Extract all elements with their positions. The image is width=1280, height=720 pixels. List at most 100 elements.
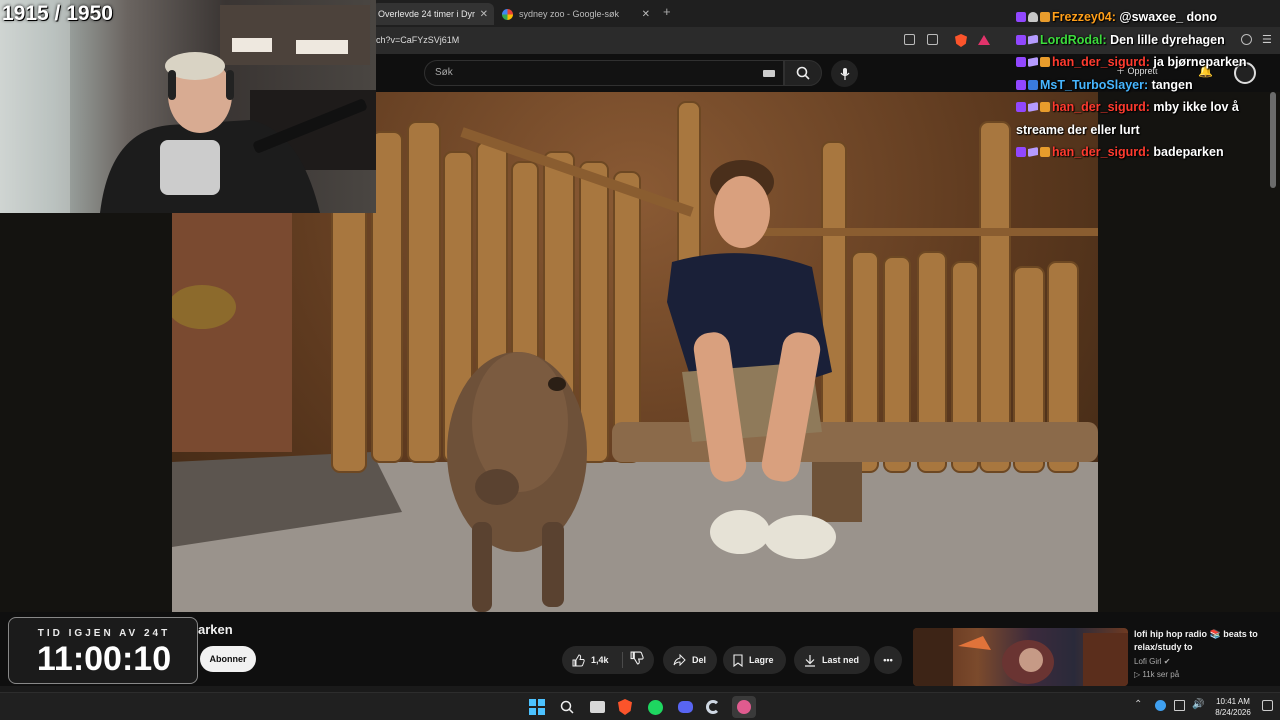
spotify-glyph xyxy=(647,699,663,715)
gift-badge-icon xyxy=(1040,102,1050,112)
stack-badge-icon xyxy=(1028,102,1038,112)
more-actions-button[interactable]: ••• xyxy=(874,646,902,674)
browser-tab-active[interactable]: Overlevde 24 timer i Dyr ✕ xyxy=(372,3,494,25)
microphone-icon xyxy=(840,67,849,80)
ccleaner-icon[interactable] xyxy=(704,698,722,716)
channel-name: Lofi Girl xyxy=(1134,657,1162,666)
share-label: Del xyxy=(692,655,707,665)
timer-label: TID IGJEN AV 24T xyxy=(37,628,171,639)
show-hidden-icons-chevron-icon[interactable]: ⌃ xyxy=(1134,699,1142,710)
purple-badge-icon xyxy=(1016,34,1026,45)
discord-glyph xyxy=(677,701,693,713)
recommended-video-title[interactable]: lofi hip hop radio 📚 beats to relax/stud… xyxy=(1134,628,1274,654)
gift-badge-icon xyxy=(1040,12,1050,22)
search-placeholder: Søk xyxy=(435,67,453,78)
clock-time: 10:41 AM xyxy=(1216,697,1250,706)
save-button[interactable]: Lagre xyxy=(723,646,786,674)
chat-scrollbar[interactable] xyxy=(1270,92,1276,188)
windows-start-icon[interactable] xyxy=(528,698,546,716)
chat-username[interactable]: han_der_sigurd xyxy=(1052,100,1146,114)
chat-username[interactable]: Frezzey04 xyxy=(1052,10,1112,24)
download-icon xyxy=(805,654,815,667)
notifications-icon[interactable] xyxy=(1262,700,1273,711)
thumbs-down-icon[interactable] xyxy=(630,651,644,665)
ccleaner-glyph xyxy=(706,700,720,714)
streamer-webcam: 1915 / 1950 xyxy=(0,0,376,213)
chat-text: ja bjørneparken xyxy=(1153,55,1247,69)
brave-glyph xyxy=(618,699,632,715)
brave-shield-icon[interactable] xyxy=(955,34,967,47)
clock-date: 8/24/2026 xyxy=(1215,708,1251,717)
gift-badge-icon xyxy=(1040,147,1050,157)
chat-text: @swaxee_ dono xyxy=(1119,10,1218,24)
keyboard-icon[interactable] xyxy=(763,70,775,77)
network-icon[interactable] xyxy=(1174,700,1185,711)
chat-overlay: Frezzey04: @swaxee_ dono LordRodal: Den l… xyxy=(1016,6,1274,164)
search-icon[interactable] xyxy=(558,698,576,716)
url-text[interactable]: ch?v=CaFYzSVj61M xyxy=(376,35,459,45)
chat-username[interactable]: han_der_sigurd xyxy=(1052,55,1146,69)
chat-separator: : xyxy=(1143,77,1152,92)
chat-separator: : xyxy=(1102,32,1111,47)
new-tab-icon[interactable]: + xyxy=(663,4,671,19)
volume-icon[interactable]: 🔊 xyxy=(1192,699,1204,710)
chat-message: LordRodal: Den lille dyrehagen xyxy=(1016,29,1274,52)
recommended-video-channel[interactable]: Lofi Girl ✔ xyxy=(1134,657,1171,666)
download-label: Last ned xyxy=(822,655,860,665)
file-explorer-icon[interactable] xyxy=(588,698,606,716)
tab-title: Overlevde 24 timer i Dyr xyxy=(378,9,476,19)
countdown-timer: TID IGJEN AV 24T 11:00:10 xyxy=(8,617,198,684)
google-favicon-icon xyxy=(502,8,513,20)
stack-badge-icon xyxy=(1028,147,1038,157)
lofi-girl-thumbnail-illustration xyxy=(913,628,1128,686)
voice-search-button[interactable] xyxy=(831,60,858,87)
share-button[interactable]: Del xyxy=(663,646,717,674)
chat-username[interactable]: LordRodal xyxy=(1040,33,1103,47)
discord-icon[interactable] xyxy=(676,698,694,716)
windows-taskbar: ⌃ 🔊 10:41 AM 8/24/2026 xyxy=(0,692,1280,720)
onedrive-icon[interactable] xyxy=(1155,700,1166,711)
spotify-icon[interactable] xyxy=(646,698,664,716)
close-tab-icon[interactable]: ✕ xyxy=(642,9,650,20)
chat-username[interactable]: MsT_TurboSlayer xyxy=(1040,78,1144,92)
chat-text: Den lille dyrehagen xyxy=(1110,32,1225,47)
subscribe-button[interactable]: Abonner xyxy=(200,646,256,672)
ghost-badge-icon xyxy=(1028,12,1038,22)
like-count: 1,4k xyxy=(591,655,609,665)
brave-rewards-icon[interactable] xyxy=(978,35,990,45)
stack-badge-icon xyxy=(1028,57,1038,67)
search-button[interactable] xyxy=(784,60,822,86)
recommended-video-live-viewers: ▷ 11k ser på xyxy=(1134,670,1180,679)
save-label: Lagre xyxy=(749,655,774,665)
taskbar-search-glyph xyxy=(560,700,574,714)
browser-tab-google[interactable]: sydney zoo - Google-søk ✕ xyxy=(496,3,656,25)
chat-message: han_der_sigurd: badeparken xyxy=(1016,141,1274,164)
like-divider xyxy=(622,652,623,668)
close-tab-icon[interactable]: ✕ xyxy=(480,9,488,20)
translate-icon[interactable] xyxy=(927,34,938,45)
chat-text: badeparken xyxy=(1153,145,1224,159)
verified-icon: ✔ xyxy=(1163,657,1171,666)
download-button[interactable]: Last ned xyxy=(794,646,870,674)
cast-icon[interactable] xyxy=(904,34,915,45)
steam-icon[interactable] xyxy=(732,696,756,718)
timer-value: 11:00:10 xyxy=(36,640,172,678)
chat-username[interactable]: han_der_sigurd xyxy=(1052,145,1146,159)
purple-badge-icon xyxy=(1016,147,1026,157)
thumbs-up-icon xyxy=(572,653,585,666)
search-input[interactable]: Søk xyxy=(424,60,784,86)
brave-browser-icon[interactable] xyxy=(616,698,634,716)
chat-message: MsT_TurboSlayer: tangen xyxy=(1016,74,1274,97)
chat-message: Frezzey04: @swaxee_ dono xyxy=(1016,6,1274,29)
purple-badge-icon xyxy=(1016,102,1026,112)
taskbar-clock[interactable]: 10:41 AM 8/24/2026 xyxy=(1208,696,1258,718)
chat-text: tangen xyxy=(1151,77,1193,92)
chat-message: han_der_sigurd: mby ikke lov å streame d… xyxy=(1016,96,1274,141)
tab-title: sydney zoo - Google-søk xyxy=(519,9,620,19)
recommended-video-thumbnail[interactable] xyxy=(913,628,1128,686)
streamer-illustration xyxy=(0,0,376,213)
bookmark-icon xyxy=(733,653,743,667)
search-icon xyxy=(796,66,810,80)
purple-badge-icon xyxy=(1016,57,1026,67)
stack-badge-icon xyxy=(1028,34,1038,45)
